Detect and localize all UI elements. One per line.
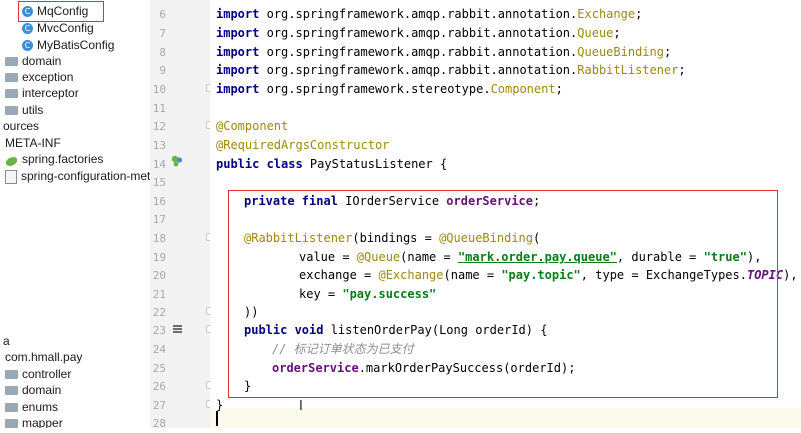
package-name: org.springframework.stereotype.	[266, 82, 491, 96]
tree-item-resources[interactable]: ources	[3, 117, 39, 135]
code-text: ),	[783, 268, 798, 282]
code-line-8: import org.springframework.amqp.rabbit.a…	[216, 43, 671, 62]
package-name: org.springframework.amqp.rabbit.annotati…	[266, 45, 578, 59]
line-number: 6	[159, 8, 166, 21]
tree-item-label: MyBatisConfig	[37, 38, 115, 52]
package-name: org.springframework.amqp.rabbit.annotati…	[266, 26, 578, 40]
folder-icon	[5, 370, 18, 380]
tree-item-spring-factories[interactable]: spring.factories	[5, 150, 103, 168]
tree-item-label: exception	[22, 70, 74, 84]
tree-item-label: com.hmall.pay	[5, 350, 83, 364]
line-number: 27	[152, 399, 166, 412]
tree-item-label: a	[3, 334, 10, 348]
folder-icon	[5, 403, 18, 413]
imported-class: Queue	[577, 26, 614, 40]
line-number: 23	[152, 324, 166, 337]
package-name: org.springframework.amqp.rabbit.annotati…	[266, 63, 578, 77]
ibeam-cursor-icon: I	[299, 399, 303, 414]
line-number: 11	[152, 102, 166, 115]
text-caret	[216, 411, 218, 426]
folder-icon	[5, 89, 18, 99]
keyword: import	[216, 26, 260, 40]
semicolon: ;	[613, 26, 621, 40]
line-number: 14	[152, 158, 166, 171]
line-number: 17	[152, 213, 166, 226]
line-number: 22	[152, 306, 166, 319]
tree-item-label: spring-configuration-metadat	[21, 169, 150, 183]
tree-item-label: MvcConfig	[37, 21, 94, 35]
semicolon: ;	[678, 63, 686, 77]
tree-item-label: META-INF	[5, 136, 61, 150]
line-number: 16	[152, 195, 166, 208]
spring-leaf-icon	[5, 154, 18, 167]
package-name: org.springframework.amqp.rabbit.annotati…	[266, 7, 578, 21]
tree-item-interceptor[interactable]: interceptor	[5, 84, 79, 102]
imported-class: Component	[490, 82, 556, 96]
tree-item-label: controller	[22, 367, 72, 381]
line-number: 25	[152, 362, 166, 375]
folder-icon	[5, 73, 18, 83]
tree-item-label: domain	[22, 383, 62, 397]
keyword: public class	[216, 157, 303, 171]
folder-icon	[5, 106, 18, 116]
folder-icon	[5, 386, 18, 396]
tree-item-spring-config-metadata[interactable]: spring-configuration-metadat	[5, 167, 150, 185]
spring-bean-icon[interactable]	[171, 154, 183, 173]
line-number: 9	[159, 64, 166, 77]
imported-class: QueueBinding	[577, 45, 664, 59]
semicolon: ;	[635, 7, 643, 21]
code-line-10: import org.springframework.stereotype.Co…	[216, 80, 563, 99]
tree-item-label: domain	[22, 54, 62, 68]
line-number: 20	[152, 269, 166, 282]
code-line-6: import org.springframework.amqp.rabbit.a…	[216, 5, 642, 24]
line-number: 8	[159, 46, 166, 59]
keyword: import	[216, 82, 260, 96]
code-line-13: @RequiredArgsConstructor	[216, 138, 390, 152]
line-number: 13	[152, 139, 166, 152]
code-line-12: @Component	[216, 119, 289, 133]
code-line-9: import org.springframework.amqp.rabbit.a…	[216, 61, 686, 80]
keyword: import	[216, 63, 260, 77]
imported-class: Exchange	[577, 7, 636, 21]
class-icon: C	[22, 40, 33, 52]
line-number: 15	[152, 176, 166, 189]
tree-item-label: spring.factories	[22, 152, 104, 166]
run-handler-icon[interactable]	[172, 321, 183, 340]
folder-icon	[5, 57, 18, 67]
line-number: 18	[152, 232, 166, 245]
tree-item-label: ources	[3, 119, 40, 133]
code-line-14: public class PayStatusListener {	[216, 155, 447, 174]
tree-item-label: utils	[22, 103, 44, 117]
semicolon: ;	[663, 45, 672, 59]
keyword: import	[216, 45, 260, 59]
folder-icon	[5, 419, 18, 428]
semicolon: ;	[555, 82, 563, 96]
tree-item-package[interactable]: com.hmall.pay	[5, 348, 82, 366]
project-tree: C MqConfig C MvcConfig C MyBatisConfig doma…	[0, 0, 150, 428]
class-icon: C	[22, 23, 33, 35]
imported-class: RabbitListener	[577, 63, 679, 77]
class-declaration: PayStatusListener {	[302, 157, 448, 171]
line-number: 21	[152, 288, 166, 301]
tree-item-domain-2[interactable]: domain	[5, 381, 61, 399]
tree-item-label: mapper	[22, 416, 63, 428]
code-line-7: import org.springframework.amqp.rabbit.a…	[216, 24, 621, 43]
line-number: 28	[152, 417, 166, 430]
line-number: 19	[152, 251, 166, 264]
line-number: 10	[152, 83, 166, 96]
tree-item-mvcconfig[interactable]: C MvcConfig	[22, 19, 94, 37]
line-number: 7	[159, 27, 166, 40]
line-number: 12	[152, 120, 166, 133]
highlight-box	[228, 190, 778, 398]
tree-item-mapper[interactable]: mapper	[5, 414, 63, 428]
file-icon	[5, 169, 17, 184]
tree-item-label: enums	[22, 400, 59, 414]
line-number: 26	[152, 380, 166, 393]
tree-item-label: interceptor	[22, 86, 79, 100]
keyword: import	[216, 7, 260, 21]
line-number: 24	[152, 343, 166, 356]
